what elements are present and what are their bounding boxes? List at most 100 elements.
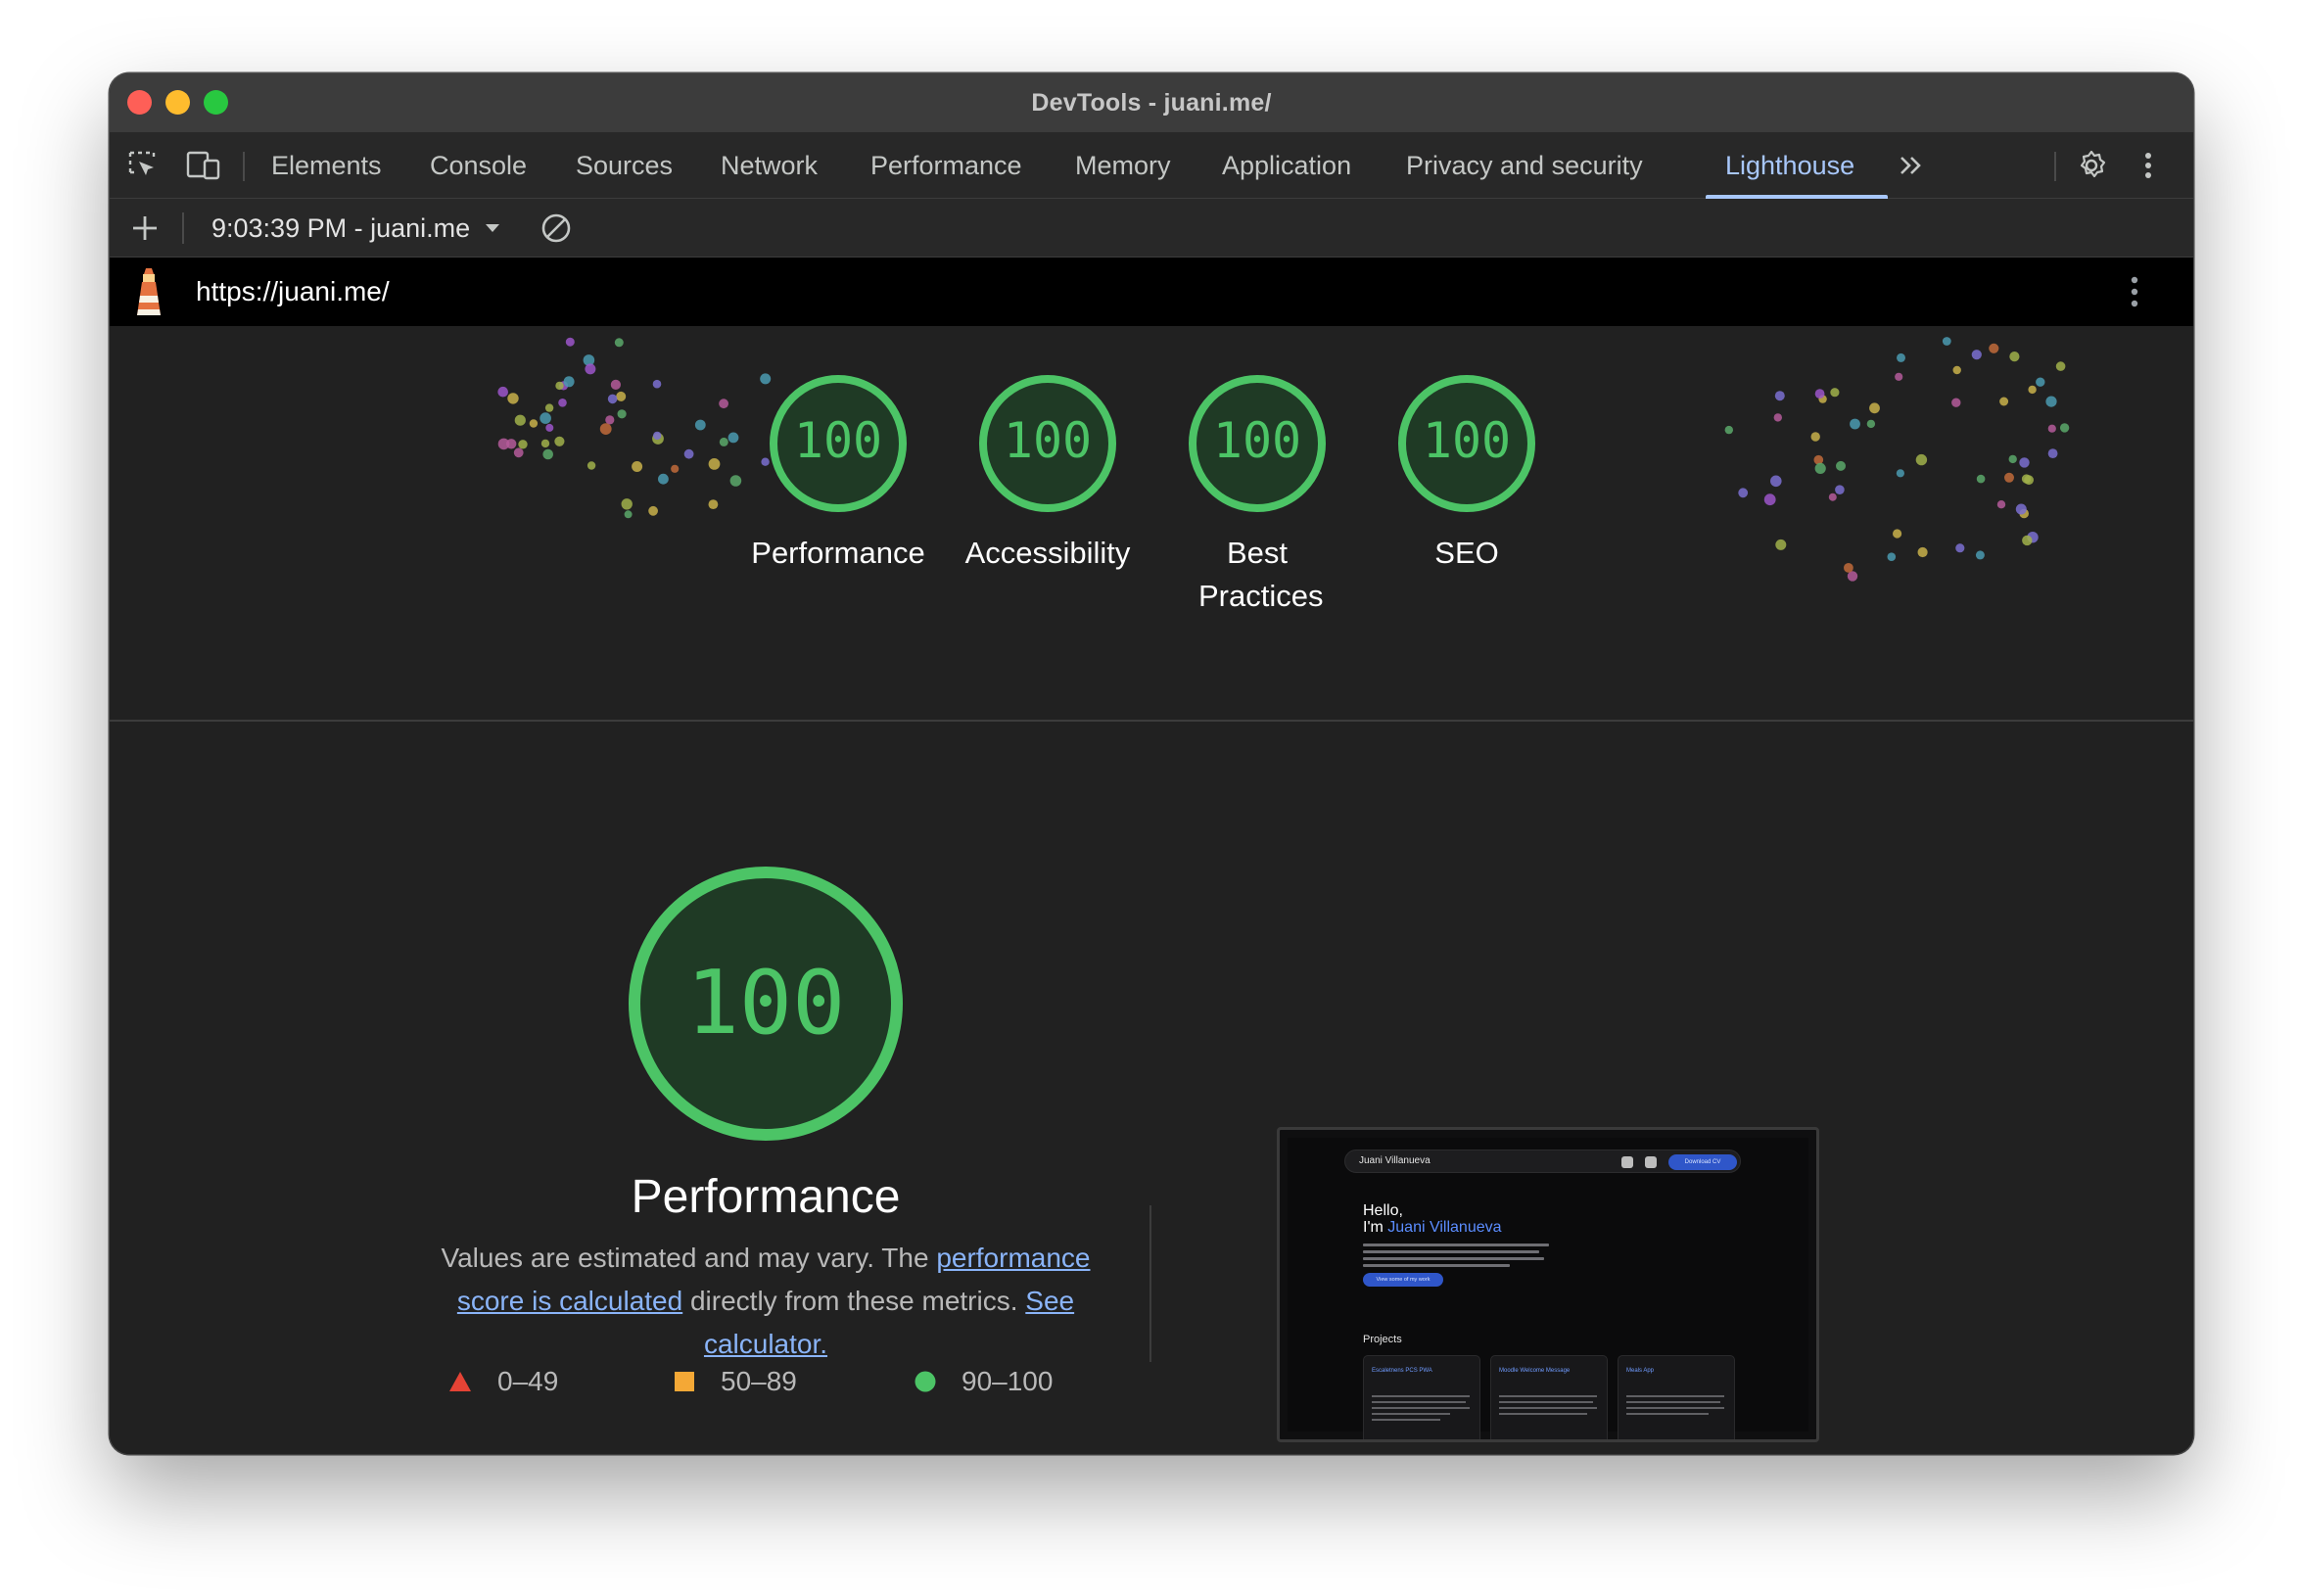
thumbnail-hello: Hello,: [1363, 1202, 1403, 1219]
report-url[interactable]: https://juani.me/: [196, 258, 390, 326]
confetti-dot: [2019, 457, 2030, 468]
confetti-dot: [1893, 529, 1902, 539]
tab-lighthouse[interactable]: Lighthouse: [1725, 132, 1854, 199]
lighthouse-logo-icon: [131, 258, 166, 326]
thumbnail-text-line: [1372, 1395, 1470, 1397]
title-bar: DevTools - juani.me/: [110, 73, 2193, 132]
thumbnail-text-line: [1499, 1401, 1593, 1403]
thumbnail-text-line: [1499, 1413, 1587, 1415]
confetti-dot: [607, 394, 618, 404]
legend-pass: 90–100: [915, 1362, 1053, 1401]
confetti-decoration: [497, 337, 2070, 582]
thumbnail-greeting: Hello, I'm Juani Villanueva: [1363, 1202, 1502, 1236]
description-prefix: Values are estimated and may vary. The: [441, 1243, 937, 1273]
confetti-dot: [518, 440, 528, 449]
confetti-dot: [558, 399, 567, 407]
confetti-dot: [1844, 563, 1853, 573]
confetti-dot: [1869, 402, 1880, 414]
confetti-dot: [1952, 365, 1961, 375]
confetti-dot: [545, 423, 554, 432]
confetti-dot: [555, 381, 564, 391]
settings-gear-icon[interactable]: [2072, 132, 2111, 199]
toolbar-divider: [182, 212, 184, 244]
main-gauge-score: 100: [686, 952, 846, 1055]
final-screenshot-thumbnail[interactable]: Juani Villanueva Download CV Hello, I'm …: [1277, 1127, 1819, 1442]
fail-triangle-icon: [449, 1372, 471, 1391]
customize-menu-kebab-icon[interactable]: [2131, 132, 2166, 199]
confetti-dot: [1850, 418, 1860, 430]
confetti-dot: [529, 419, 539, 428]
report-url-bar: https://juani.me/: [110, 258, 2193, 326]
confetti-dot: [2047, 424, 2056, 433]
close-window-button[interactable]: [127, 90, 152, 115]
thumbnail-card-title: Escaletnens PCS PWA: [1372, 1368, 1432, 1374]
confetti-dot: [1915, 453, 1928, 466]
confetti-dot: [1774, 391, 1785, 401]
confetti-dot: [514, 414, 526, 426]
tab-elements[interactable]: Elements: [271, 132, 382, 199]
confetti-dot: [2055, 361, 2066, 371]
thumbnail-cta-button: View some of my work: [1363, 1273, 1443, 1287]
confetti-dot: [648, 505, 658, 516]
confetti-dot: [632, 461, 643, 472]
lighthouse-toolbar: 9:03:39 PM - juani.me: [110, 199, 2193, 258]
tab-performance[interactable]: Performance: [870, 132, 1022, 199]
confetti-dot: [727, 432, 739, 444]
minimize-window-button[interactable]: [165, 90, 190, 115]
gauge-ring: 100: [1189, 375, 1326, 512]
thumbnail-text-line: [1626, 1413, 1709, 1415]
confetti-dot: [2004, 472, 2014, 483]
gauge-ring: 100: [770, 375, 907, 512]
tab-application[interactable]: Application: [1222, 132, 1351, 199]
devtools-tab-bar: Elements Console Sources Network Perform…: [110, 132, 2193, 199]
window-title: DevTools - juani.me/: [1031, 88, 1272, 117]
confetti-dot: [565, 337, 575, 347]
confetti-dot: [1896, 469, 1904, 478]
confetti-dot: [2009, 352, 2020, 362]
tab-sources[interactable]: Sources: [576, 132, 673, 199]
confetti-dot: [1830, 388, 1840, 398]
confetti-dot: [1895, 372, 1903, 381]
confetti-dot: [1835, 485, 1845, 494]
confetti-dot: [540, 439, 550, 448]
vertical-divider: [1150, 1205, 1151, 1362]
gauge-ring: 100: [1398, 375, 1535, 512]
tab-network[interactable]: Network: [721, 132, 818, 199]
confetti-dot: [1989, 343, 1999, 353]
thumbnail-text-line: [1372, 1419, 1440, 1421]
gauge-score: 100: [1004, 412, 1092, 469]
device-toolbar-icon[interactable]: [182, 132, 225, 199]
github-icon: [1621, 1156, 1633, 1168]
inspect-element-icon[interactable]: [123, 132, 163, 199]
confetti-dot: [729, 475, 742, 487]
tab-memory[interactable]: Memory: [1075, 132, 1171, 199]
report-selector-label: 9:03:39 PM - juani.me: [211, 212, 471, 243]
thumbnail-text-line: [1363, 1250, 1539, 1253]
zoom-window-button[interactable]: [204, 90, 228, 115]
thumbnail-text-line: [1499, 1407, 1597, 1409]
clear-reports-icon[interactable]: [537, 199, 576, 258]
toolbar-divider: [2054, 152, 2056, 181]
more-tabs-chevron-icon[interactable]: [1892, 132, 1931, 199]
dropdown-arrow-icon: [486, 224, 500, 232]
tab-console[interactable]: Console: [430, 132, 527, 199]
legend-range: 0–49: [497, 1366, 559, 1396]
tab-privacy-and-security[interactable]: Privacy and security: [1406, 132, 1643, 199]
confetti-dot: [1996, 500, 2006, 509]
confetti-dot: [1814, 389, 1825, 399]
thumbnail-name: Juani Villanueva: [1387, 1219, 1502, 1236]
report-menu-kebab-icon[interactable]: [2117, 258, 2152, 326]
confetti-dot: [1773, 413, 1783, 422]
legend-range: 50–89: [721, 1366, 797, 1396]
confetti-dot: [658, 473, 669, 485]
report-selector[interactable]: 9:03:39 PM - juani.me: [211, 199, 501, 258]
gauge-label: SEO: [1434, 536, 1499, 570]
gauge-label: Accessibility: [964, 536, 1131, 570]
confetti-dot: [614, 338, 624, 348]
thumbnail-text-line: [1363, 1264, 1510, 1267]
confetti-dot: [1976, 474, 1986, 484]
main-gauge-label: Performance: [631, 1171, 901, 1223]
confetti-dot: [652, 379, 662, 389]
new-report-plus-icon[interactable]: [125, 199, 164, 258]
confetti-dot: [1971, 350, 1982, 360]
